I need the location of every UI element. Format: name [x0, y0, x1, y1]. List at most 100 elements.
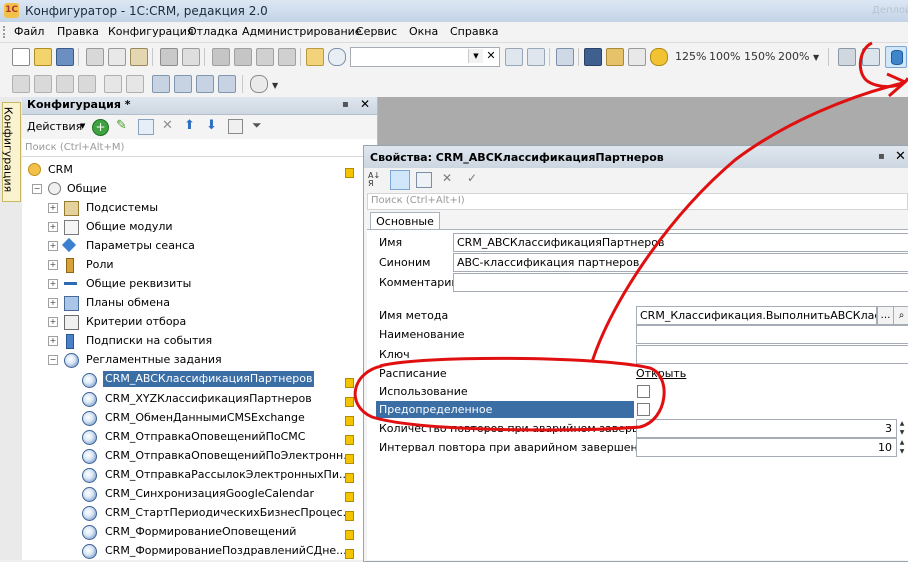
calculator-icon[interactable] — [628, 48, 646, 66]
expand-icon[interactable]: + — [48, 241, 58, 251]
save-icon[interactable] — [56, 48, 74, 66]
find-next-icon[interactable] — [505, 48, 523, 66]
check-icon[interactable]: ✓ — [467, 171, 477, 185]
actions-menu[interactable]: Действия — [27, 120, 82, 133]
window-list-icon[interactable] — [152, 75, 170, 93]
menu-administration[interactable]: Администрирование — [242, 25, 362, 38]
ellipsis-button[interactable]: … — [877, 306, 894, 325]
spin-buttons[interactable]: ▲ ▼ — [896, 438, 908, 456]
collapse-icon[interactable]: − — [48, 355, 58, 365]
tab-main[interactable]: Основные — [370, 212, 440, 230]
call-stack-icon[interactable] — [174, 75, 192, 93]
forward-icon[interactable] — [278, 48, 296, 66]
timer-icon[interactable] — [250, 75, 268, 93]
assistant-icon[interactable] — [584, 48, 602, 66]
database-config-icon[interactable] — [885, 46, 907, 68]
watch-icon[interactable] — [218, 75, 236, 93]
syntax-helper-icon[interactable] — [606, 48, 624, 66]
debug-step-icon[interactable] — [34, 75, 52, 93]
expand-icon[interactable]: + — [48, 222, 58, 232]
zoom-100[interactable]: 100% — [709, 50, 740, 63]
redo-icon[interactable] — [234, 48, 252, 66]
chevron-down-icon[interactable]: ▼ — [468, 49, 483, 63]
filter-icon[interactable]: ⏷ — [252, 118, 266, 132]
expand-icon[interactable]: + — [48, 336, 58, 346]
menu-debug[interactable]: Отладка — [188, 25, 238, 38]
expand-icon[interactable]: + — [48, 203, 58, 213]
add-icon[interactable]: + — [92, 119, 109, 136]
windows-icon[interactable] — [556, 48, 574, 66]
method-name-field[interactable]: CRM_Классификация.ВыполнитьABCКлассиф — [636, 306, 877, 325]
paste-icon[interactable] — [130, 48, 148, 66]
zoom-125[interactable]: 125% — [675, 50, 706, 63]
predefined-checkbox[interactable] — [637, 403, 650, 416]
debug-start-icon[interactable] — [12, 75, 30, 93]
menu-file[interactable]: Файл — [14, 25, 44, 38]
cut-icon[interactable] — [86, 48, 104, 66]
locals-icon[interactable] — [196, 75, 214, 93]
toolbar-overflow-icon[interactable]: ▼ — [272, 81, 278, 90]
open-folder-icon[interactable] — [34, 48, 52, 66]
expand-icon[interactable]: + — [48, 298, 58, 308]
close-icon[interactable]: ✕ — [360, 97, 370, 111]
move-down-icon[interactable]: ⬇ — [206, 118, 220, 133]
copy-icon[interactable] — [108, 48, 126, 66]
comment-field[interactable] — [453, 273, 908, 292]
properties-icon[interactable] — [862, 48, 880, 66]
collapse-icon[interactable]: − — [32, 184, 42, 194]
close-icon[interactable]: ✕ — [895, 149, 906, 164]
chevron-down-icon[interactable]: ▼ — [80, 122, 85, 130]
expand-icon[interactable]: + — [48, 260, 58, 270]
back-icon[interactable] — [256, 48, 274, 66]
evaluate-icon[interactable] — [126, 75, 144, 93]
key-field[interactable] — [636, 345, 908, 364]
pin-icon[interactable]: ▪ — [878, 151, 885, 162]
search-icon[interactable] — [328, 48, 346, 66]
menu-help[interactable]: Справка — [450, 25, 498, 38]
add-child-icon[interactable] — [138, 119, 154, 135]
clear-icon[interactable]: ✕ — [442, 171, 452, 185]
print-icon[interactable] — [160, 48, 178, 66]
toolbar-overflow-icon[interactable]: ▼ — [813, 53, 819, 62]
clear-icon[interactable]: ✕ — [484, 48, 498, 64]
debug-step-out-icon[interactable] — [78, 75, 96, 93]
menu-service[interactable]: Сервис — [356, 25, 397, 38]
edit-icon[interactable]: ✎ — [116, 119, 130, 133]
retry-count-field[interactable]: 3 — [636, 419, 897, 438]
config-window-icon[interactable] — [838, 48, 856, 66]
name-field[interactable]: CRM_ABCКлассификацияПартнеров — [453, 233, 908, 252]
delete-icon[interactable]: ✕ — [162, 118, 176, 133]
zoom-150[interactable]: 150% — [744, 50, 775, 63]
synonym-field[interactable]: ABC-классификация партнеров — [453, 253, 908, 272]
spin-buttons[interactable]: ▲ ▼ — [896, 419, 908, 437]
sort-alphabetical-icon[interactable]: A↓ Я — [368, 172, 384, 188]
search-icon[interactable]: ⌕ — [893, 306, 908, 325]
categorized-icon[interactable] — [390, 170, 410, 190]
print-preview-icon[interactable] — [182, 48, 200, 66]
undo-icon[interactable] — [212, 48, 230, 66]
move-up-icon[interactable]: ⬆ — [184, 118, 198, 133]
side-tab-configuration[interactable]: Конфигурация — [1, 102, 21, 202]
expand-icon[interactable]: + — [48, 317, 58, 327]
properties-search-input[interactable]: Поиск (Ctrl+Alt+I) — [367, 193, 908, 210]
toolbar-search-input[interactable]: ▼ ✕ — [350, 47, 500, 67]
schedule-open-link[interactable]: Открыть — [636, 367, 686, 380]
info-icon[interactable] — [650, 48, 668, 66]
find-in-folder-icon[interactable] — [306, 48, 324, 66]
sort-icon[interactable] — [228, 119, 243, 134]
zoom-200[interactable]: 200% — [778, 50, 809, 63]
property-pages-icon[interactable] — [416, 172, 432, 188]
pin-icon[interactable]: ▪ — [342, 99, 349, 110]
find-prev-icon[interactable] — [527, 48, 545, 66]
usage-checkbox[interactable] — [637, 385, 650, 398]
configuration-search-input[interactable]: Поиск (Ctrl+Alt+M) — [22, 140, 377, 157]
new-document-icon[interactable] — [12, 48, 30, 66]
expand-icon[interactable]: + — [48, 279, 58, 289]
breakpoint-icon[interactable] — [104, 75, 122, 93]
debug-step-into-icon[interactable] — [56, 75, 74, 93]
menu-windows[interactable]: Окна — [409, 25, 438, 38]
menu-configuration[interactable]: Конфигурация — [108, 25, 194, 38]
retry-interval-field[interactable]: 10 — [636, 438, 897, 457]
menu-edit[interactable]: Правка — [57, 25, 99, 38]
title-field[interactable] — [636, 325, 908, 344]
